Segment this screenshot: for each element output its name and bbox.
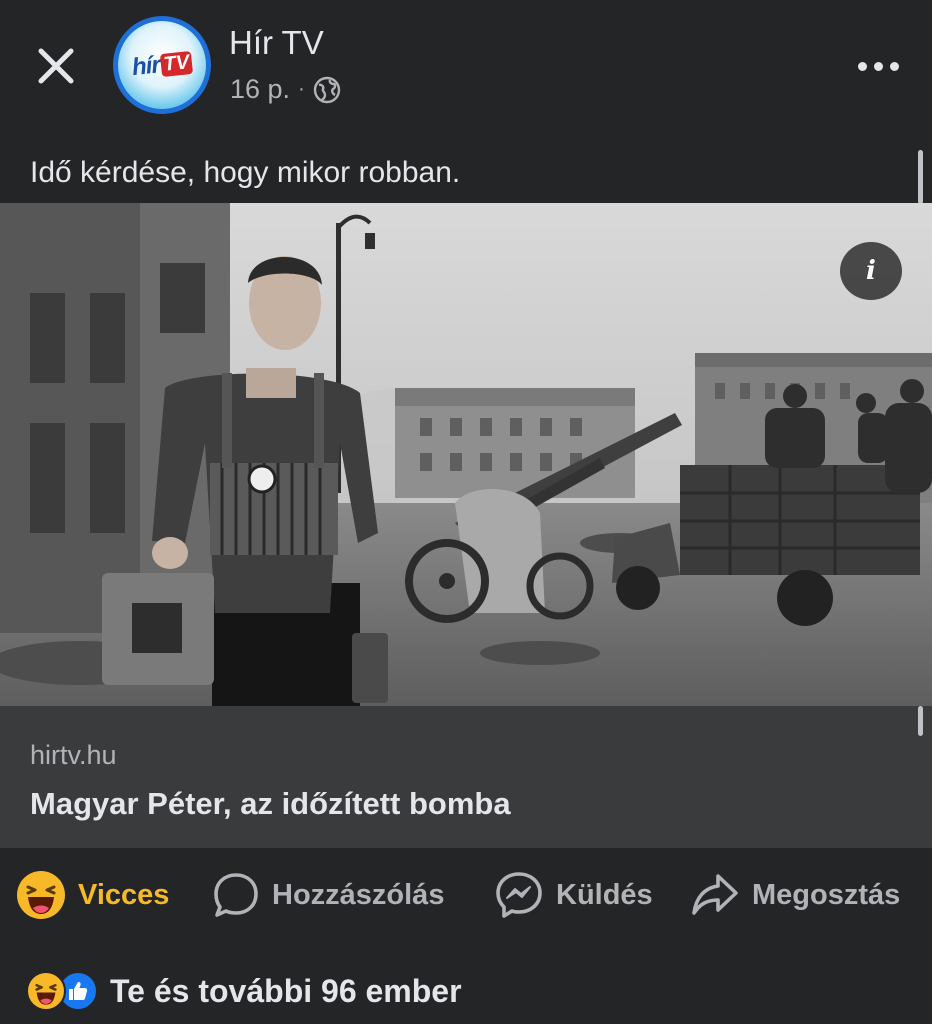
post-header: hír TV Hír TV 16 p. · xyxy=(0,0,932,140)
send-button[interactable]: Küldés xyxy=(494,870,653,920)
haha-reaction-icon xyxy=(17,871,65,919)
link-title: Magyar Péter, az időzített bomba xyxy=(30,786,511,821)
share-button[interactable]: Megosztás xyxy=(690,870,900,920)
reaction-summary-text: Te és további 96 ember xyxy=(110,972,462,1009)
post-image[interactable] xyxy=(0,203,932,706)
scroll-indicator-bottom xyxy=(918,706,923,736)
more-dot xyxy=(889,61,899,71)
info-icon: i xyxy=(866,256,876,286)
messenger-icon xyxy=(496,872,542,918)
share-label: Megosztás xyxy=(752,878,901,911)
post-meta: 16 p. · xyxy=(230,74,341,105)
haha-reaction-label: Vicces xyxy=(78,878,170,911)
logo-text-hir: hír xyxy=(130,51,161,82)
hirtv-logo: hír TV xyxy=(118,21,206,109)
scroll-indicator-top xyxy=(918,150,923,204)
haha-reaction-icon xyxy=(26,971,66,1011)
post-photo xyxy=(0,203,932,706)
action-bar: Vicces Hozzászólás Küldés Megosztás xyxy=(0,848,932,943)
more-options-button[interactable] xyxy=(846,46,910,86)
link-preview-card[interactable]: hirtv.hu Magyar Péter, az időzített bomb… xyxy=(0,706,932,848)
more-dot xyxy=(873,61,883,71)
send-label: Küldés xyxy=(556,878,653,911)
post-caption: Idő kérdése, hogy mikor robban. xyxy=(30,156,461,189)
link-domain: hirtv.hu xyxy=(30,740,117,770)
close-icon xyxy=(38,48,74,84)
page-avatar[interactable]: hír TV xyxy=(113,16,211,114)
globe-icon xyxy=(313,76,340,103)
logo-text-tv: TV xyxy=(159,50,194,77)
comment-label: Hozzászólás xyxy=(272,878,445,911)
haha-reaction-button[interactable]: Vicces xyxy=(16,870,169,920)
image-info-button[interactable]: i xyxy=(840,242,902,300)
more-dot xyxy=(857,61,867,71)
meta-separator: · xyxy=(298,78,305,100)
close-button[interactable] xyxy=(28,38,84,94)
comment-icon xyxy=(214,873,258,917)
reaction-summary[interactable]: Te és további 96 ember xyxy=(26,966,462,1016)
comment-button[interactable]: Hozzászólás xyxy=(212,870,444,920)
post-timestamp[interactable]: 16 p. xyxy=(230,74,290,105)
share-icon xyxy=(692,874,738,915)
page-name[interactable]: Hír TV xyxy=(229,24,324,62)
